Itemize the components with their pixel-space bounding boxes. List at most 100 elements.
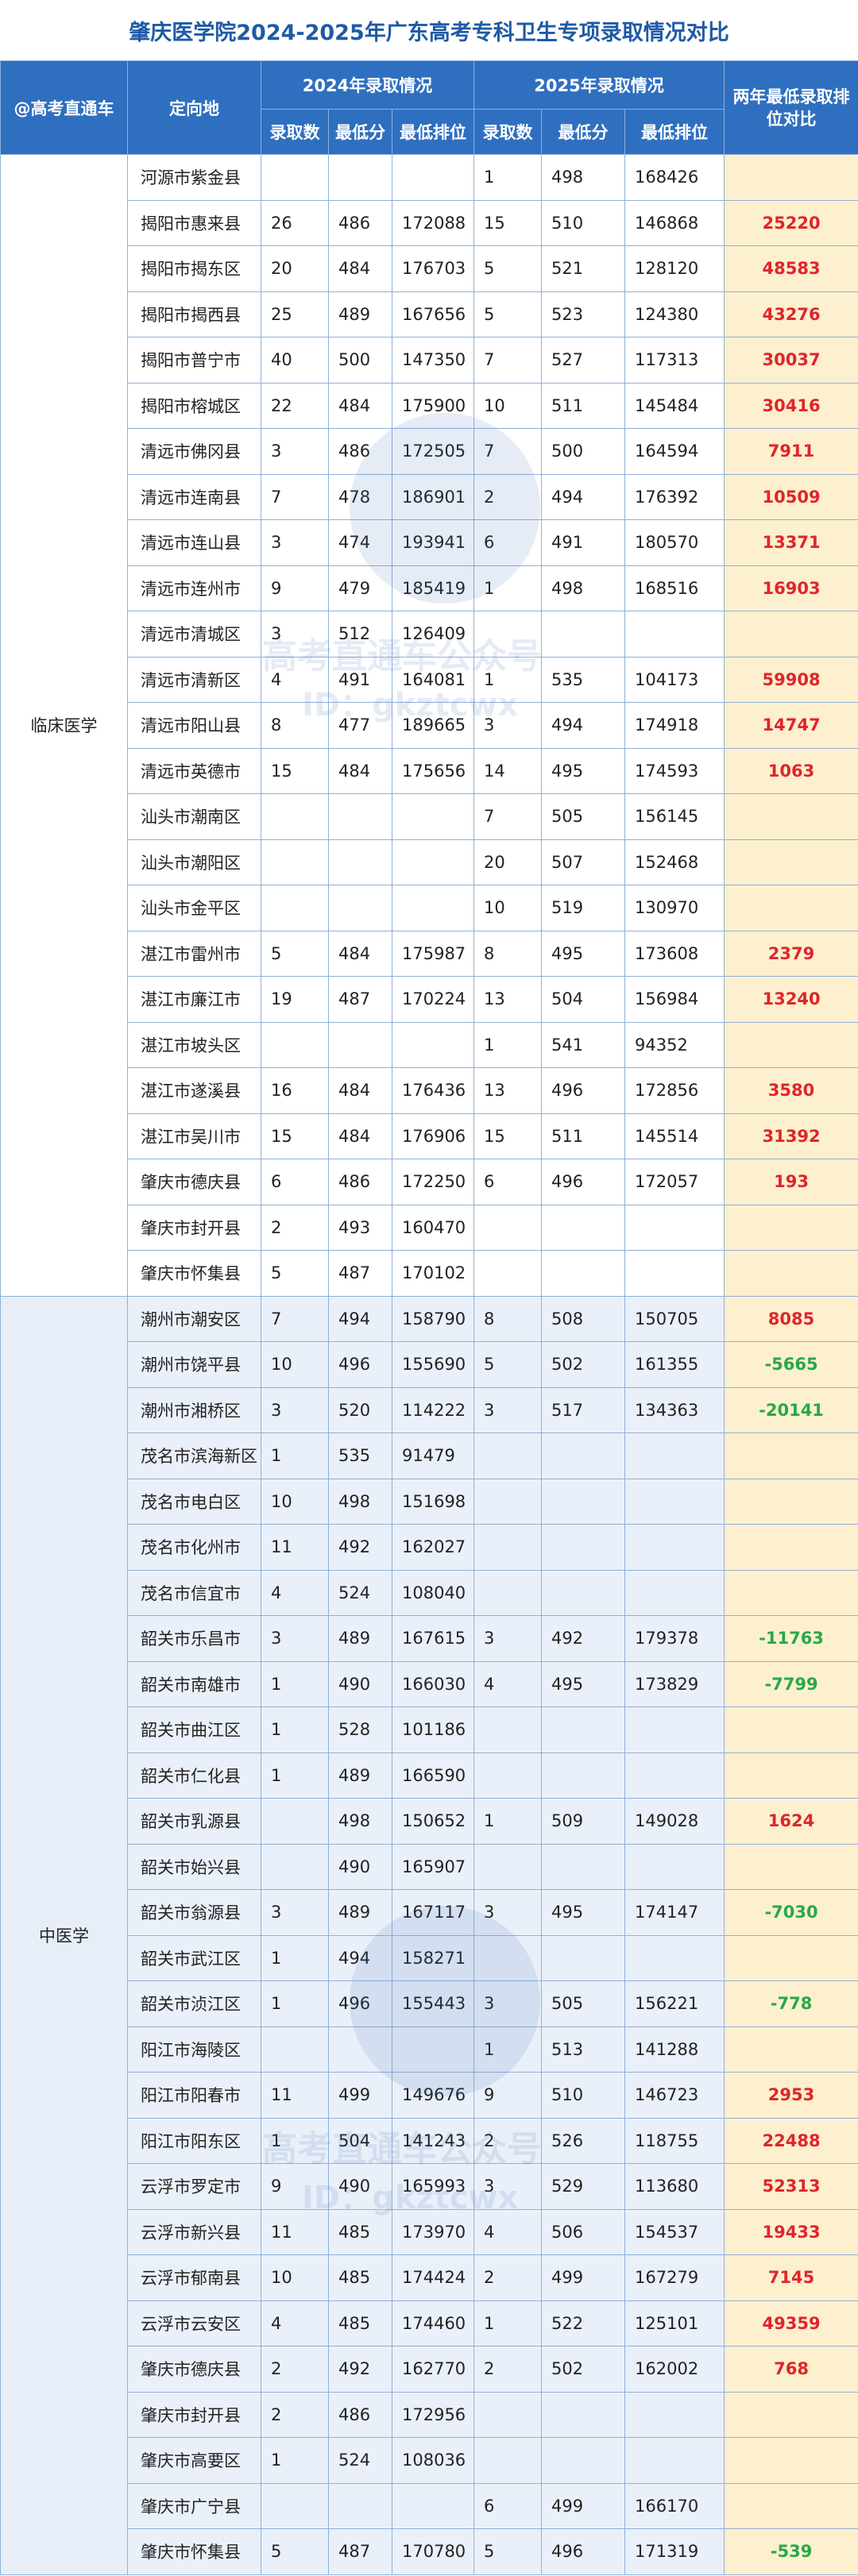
rank-diff-cell: -11763 [724, 1615, 858, 1662]
table-row: 清远市佛冈县 3 486 172505 7 500 164594 7911 [1, 428, 858, 475]
rank-diff-cell: 13371 [724, 519, 858, 566]
min-rank-2025-cell: 130970 [624, 885, 725, 931]
rank-diff-cell [724, 1524, 858, 1571]
min-rank-2024-cell: 176703 [391, 245, 475, 292]
min-rank-2025-cell: 172856 [624, 1067, 725, 1114]
minscore-2025-header: 最低分 [541, 109, 626, 155]
region-cell: 云浮市云安区 [127, 2300, 261, 2347]
count-2025-cell: 13 [473, 1067, 543, 1114]
count-2024-header: 录取数 [261, 109, 329, 155]
region-cell: 茂名市滨海新区 [127, 1433, 261, 1479]
count-2025-cell [473, 1478, 543, 1525]
min-score-2025-cell: 521 [541, 245, 626, 292]
min-score-2025-cell: 495 [541, 1660, 626, 1707]
count-2025-header: 录取数 [473, 109, 543, 155]
min-score-2025-cell [541, 1752, 626, 1799]
count-2024-cell: 3 [261, 1615, 329, 1662]
min-score-2025-cell [541, 2391, 626, 2438]
min-score-2025-cell: 505 [541, 1980, 626, 2027]
count-2024-cell: 3 [261, 1386, 329, 1433]
min-rank-2024-cell: 170102 [391, 1250, 475, 1297]
min-score-2024-cell: 486 [328, 199, 392, 246]
min-rank-2024-cell: 149676 [391, 2072, 475, 2119]
min-rank-2025-cell: 180570 [624, 519, 725, 566]
count-2025-cell: 1 [473, 2026, 543, 2073]
count-2025-cell: 4 [473, 2208, 543, 2255]
rank-diff-cell: 59908 [724, 656, 858, 703]
count-2024-cell [261, 839, 329, 885]
table-body: 临床医学 河源市紫金县 1 498 168426 揭阳市惠来县 26 486 172088 15 5… [0, 154, 858, 2575]
min-rank-2024-cell: 141243 [391, 2117, 475, 2164]
count-2024-cell [261, 1021, 329, 1068]
min-score-2025-cell: 495 [541, 747, 626, 794]
min-rank-2024-cell: 174460 [391, 2300, 475, 2347]
min-rank-2024-cell: 165993 [391, 2163, 475, 2210]
rank-diff-cell [724, 1021, 858, 1068]
count-2024-cell [261, 1798, 329, 1845]
count-2024-cell: 3 [261, 428, 329, 475]
count-2025-cell [473, 1752, 543, 1799]
min-score-2025-cell: 523 [541, 291, 626, 337]
min-rank-2025-cell: 150705 [624, 1295, 725, 1342]
min-score-2025-cell: 511 [541, 382, 626, 429]
count-2024-cell: 1 [261, 2117, 329, 2164]
min-rank-2025-cell: 124380 [624, 291, 725, 337]
min-score-2025-cell: 511 [541, 1113, 626, 1159]
min-rank-2024-cell [391, 2026, 475, 2073]
rank-diff-cell: 49359 [724, 2300, 858, 2347]
min-rank-2024-cell: 176906 [391, 1113, 475, 1159]
count-2025-cell: 1 [473, 1021, 543, 1068]
table-row: 汕头市金平区 10 519 130970 [1, 885, 858, 931]
count-2024-cell: 7 [261, 473, 329, 520]
min-score-2024-cell: 478 [328, 473, 392, 520]
min-score-2024-cell: 487 [328, 976, 392, 1023]
min-rank-2024-cell: 160470 [391, 1204, 475, 1251]
count-2025-cell: 20 [473, 839, 543, 885]
min-score-2024-cell: 486 [328, 2391, 392, 2438]
count-2025-cell: 3 [473, 2163, 543, 2210]
min-score-2025-cell: 495 [541, 1889, 626, 1936]
count-2024-cell: 1 [261, 1980, 329, 2027]
table-row: 临床医学 河源市紫金县 1 498 168426 [0, 154, 858, 1297]
count-2025-cell: 1 [473, 154, 543, 201]
region-cell: 肇庆市高要区 [127, 2437, 261, 2484]
region-cell: 清远市连南县 [127, 473, 261, 520]
region-cell: 茂名市电白区 [127, 1478, 261, 1525]
min-score-2025-cell: 509 [541, 1798, 626, 1845]
min-score-2024-cell: 489 [328, 1615, 392, 1662]
min-score-2025-cell [541, 1433, 626, 1479]
min-score-2025-cell: 494 [541, 473, 626, 520]
count-2024-cell: 11 [261, 1524, 329, 1571]
region-cell: 肇庆市封开县 [127, 2391, 261, 2438]
rank-diff-cell [724, 2482, 858, 2529]
min-rank-2024-cell: 172088 [391, 199, 475, 246]
min-score-2025-cell [541, 1569, 626, 1616]
min-rank-2024-cell [391, 793, 475, 840]
min-rank-2025-cell: 173608 [624, 930, 725, 977]
count-2024-cell: 11 [261, 2208, 329, 2255]
min-score-2025-cell: 496 [541, 1159, 626, 1205]
min-rank-2025-cell [624, 1569, 725, 1616]
count-2024-cell: 1 [261, 1934, 329, 1981]
region-cell: 揭阳市揭西县 [127, 291, 261, 337]
rank-diff-cell: 7145 [724, 2254, 858, 2301]
min-rank-2025-cell: 152468 [624, 839, 725, 885]
rank-diff-cell: 31392 [724, 1113, 858, 1159]
rank-diff-cell: -539 [724, 2528, 858, 2575]
region-cell: 肇庆市封开县 [127, 1204, 261, 1251]
table-row: 韶关市始兴县 490 165907 [1, 1843, 858, 1890]
table-row: 云浮市罗定市 9 490 165993 3 529 113680 52313 [1, 2163, 858, 2210]
count-2024-cell: 16 [261, 1067, 329, 1114]
rank-diff-cell: 30416 [724, 382, 858, 429]
min-rank-2025-cell: 117313 [624, 337, 725, 384]
table-row: 揭阳市普宁市 40 500 147350 7 527 117313 30037 [1, 337, 858, 384]
rank-diff-cell: 30037 [724, 337, 858, 384]
count-2025-cell [473, 1250, 543, 1297]
min-score-2025-cell: 494 [541, 702, 626, 749]
min-rank-2025-cell: 167279 [624, 2254, 725, 2301]
min-rank-2025-cell: 146868 [624, 199, 725, 246]
min-score-2024-cell: 484 [328, 747, 392, 794]
min-score-2025-cell [541, 1934, 626, 1981]
rank-diff-cell: -20141 [724, 1386, 858, 1433]
min-rank-2024-cell: 167615 [391, 1615, 475, 1662]
